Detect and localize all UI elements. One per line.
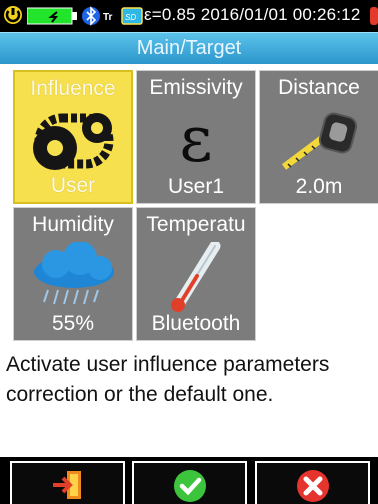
temperature-tile[interactable]: Temperatu Bluetooth: [136, 207, 256, 341]
battery-icon: [27, 7, 77, 25]
thermometer-icon: [171, 242, 221, 312]
epsilon-icon: ε: [179, 103, 213, 177]
distance-label: Distance: [278, 76, 360, 99]
svg-text:SD: SD: [125, 13, 136, 22]
rain-cloud-icon: [34, 242, 114, 305]
chain-gears-icon: [33, 113, 114, 170]
temperature-label: Temperatu: [146, 213, 246, 236]
emissivity-tile[interactable]: Emissivity ε User1: [136, 70, 256, 204]
title-bar: Main/Target: [0, 32, 378, 64]
description-text: Activate user influence parameters corre…: [6, 353, 330, 406]
bottom-bar: [0, 457, 378, 504]
status-bar: Tr SD ε=0.85 2016/01/01 00:26:12: [0, 0, 378, 32]
temperature-value: Bluetooth: [151, 312, 241, 335]
svg-text:Tr: Tr: [103, 12, 113, 23]
checkmark-icon: [173, 470, 206, 502]
tape-measure-icon: [281, 112, 358, 170]
influence-value: User: [50, 174, 96, 197]
tr-icon: Tr: [102, 7, 120, 25]
bluetooth-icon: [82, 6, 100, 26]
exit-button[interactable]: [10, 461, 125, 504]
humidity-tile[interactable]: Humidity 55%: [13, 207, 133, 341]
page-title: Main/Target: [136, 37, 242, 59]
distance-value: 2.0m: [295, 175, 343, 198]
emissivity-value: User1: [167, 175, 225, 198]
cancel-button[interactable]: [255, 461, 370, 504]
settings-grid: Influence User Emissivity ε User1 Distan…: [0, 64, 378, 344]
influence-tile[interactable]: Influence User: [13, 70, 133, 204]
description-panel: Activate user influence parameters corre…: [0, 344, 378, 457]
confirm-button[interactable]: [132, 461, 247, 504]
influence-label: Influence: [30, 77, 116, 100]
exit-icon: [52, 471, 81, 499]
humidity-label: Humidity: [32, 213, 114, 236]
humidity-value: 55%: [51, 312, 95, 335]
emissivity-label: Emissivity: [149, 76, 243, 99]
distance-tile[interactable]: Distance 2.0m: [259, 70, 378, 204]
sd-card-icon: SD: [121, 7, 143, 25]
power-icon: [4, 6, 22, 24]
status-readout: ε=0.85 2016/01/01 00:26:12: [144, 5, 361, 24]
record-icon: [370, 7, 378, 25]
cancel-icon: [296, 470, 329, 502]
